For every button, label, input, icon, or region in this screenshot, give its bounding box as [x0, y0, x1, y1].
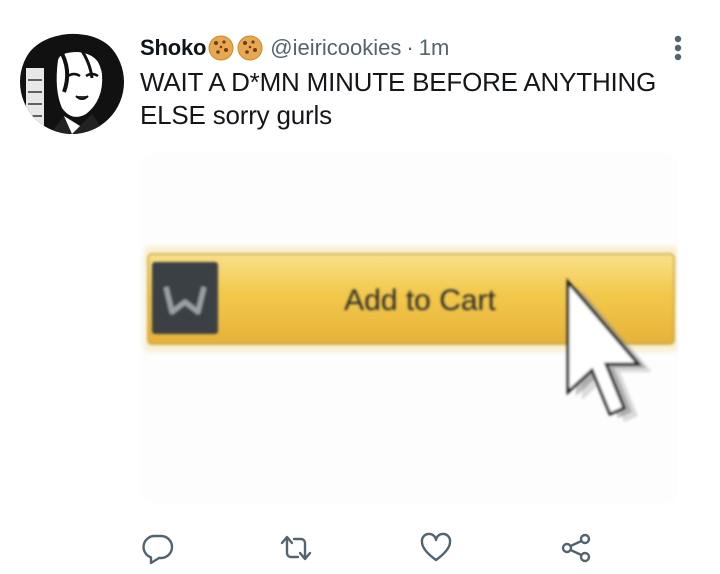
prime-logo-icon [152, 262, 218, 334]
cookie-emoji-icon [236, 34, 264, 62]
tweet-timestamp[interactable]: 1m [419, 35, 450, 61]
share-nodes-icon [561, 533, 591, 563]
like-button[interactable] [414, 526, 458, 570]
share-button[interactable] [554, 526, 598, 570]
add-to-cart-image: Add to Cart [140, 152, 678, 504]
tweet-media-image[interactable]: Add to Cart [140, 152, 678, 504]
tweet-header: Shoko @ieiricookies · 1m [140, 33, 449, 63]
tweet-card[interactable]: Shoko @ieiricookies · 1m WAIT A D*MN MIN… [0, 0, 720, 574]
tweet-text: WAIT A D*MN MINUTE BEFORE ANYTHING ELSE … [140, 67, 657, 130]
user-handle[interactable]: @ieiricookies [270, 35, 401, 61]
tweet-action-bar [140, 526, 600, 570]
retweet-button[interactable] [274, 526, 318, 570]
display-name[interactable]: Shoko [140, 35, 206, 61]
reply-button[interactable] [136, 526, 180, 570]
speech-bubble-icon [142, 534, 174, 565]
avatar[interactable] [20, 30, 124, 134]
retweet-arrows-icon [280, 535, 312, 561]
header-separator: · [406, 35, 414, 60]
more-options-icon[interactable] [666, 32, 690, 64]
add-to-cart-label: Add to Cart [344, 284, 496, 317]
avatar-image [20, 30, 124, 134]
cookie-emoji-icon [207, 34, 235, 62]
heart-icon [420, 532, 452, 562]
